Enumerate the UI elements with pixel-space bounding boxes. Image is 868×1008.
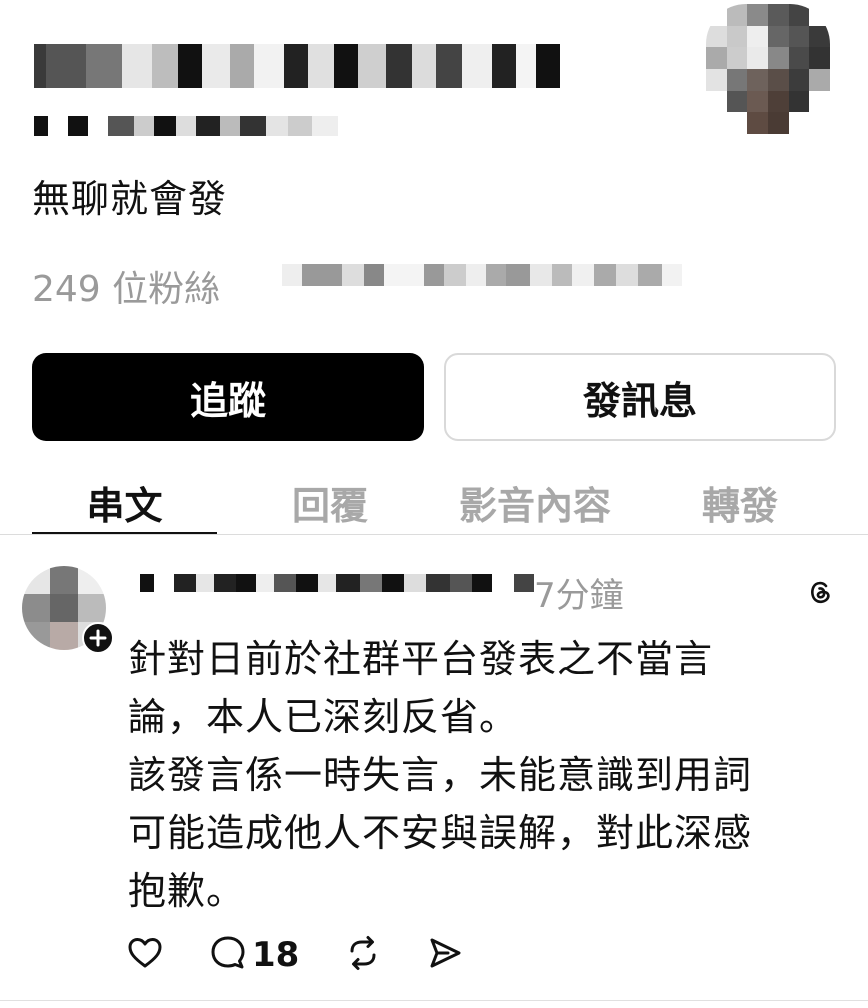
share-button[interactable]: [426, 930, 464, 980]
post-text-line-2: 論，本人已深刻反省。: [128, 695, 519, 739]
profile-avatar: [706, 4, 830, 134]
comment-icon: [208, 933, 248, 977]
like-button[interactable]: [126, 930, 164, 980]
post-divider: [0, 1000, 868, 1001]
reply-count: 18: [252, 935, 300, 975]
tabs-divider: [0, 534, 868, 535]
post-text-line-3: 該發言係一時失言，未能意識到用詞: [128, 753, 753, 797]
post-author-name-blurred: [128, 574, 534, 592]
post-text-line-1: 針對日前於社群平台發表之不當言: [128, 637, 714, 681]
heart-icon: [126, 934, 164, 976]
repost-button[interactable]: [344, 930, 382, 980]
follow-button[interactable]: 追蹤: [32, 353, 424, 441]
follower-count[interactable]: 249 位粉絲: [32, 260, 220, 312]
message-button[interactable]: 發訊息: [444, 353, 836, 441]
post-text-line-4: 可能造成他人不安與誤解，對此深感: [128, 811, 753, 855]
profile-bio: 無聊就會發: [32, 177, 228, 221]
tab-threads[interactable]: 串文: [32, 472, 217, 532]
profile-links-blurred: [282, 264, 682, 286]
threads-logo-icon[interactable]: [804, 576, 836, 608]
repost-icon: [344, 934, 382, 976]
follow-plus-icon[interactable]: [82, 622, 114, 654]
tab-reposts[interactable]: 轉發: [650, 472, 830, 532]
profile-username-blurred: [34, 116, 338, 136]
post-timestamp: 7分鐘: [534, 576, 624, 616]
post-text-line-5: 抱歉。: [128, 869, 246, 913]
reply-button[interactable]: 18: [208, 930, 299, 980]
tab-media[interactable]: 影音內容: [430, 472, 640, 532]
profile-name-blurred: [34, 44, 560, 88]
send-icon: [426, 934, 464, 976]
tab-replies[interactable]: 回覆: [240, 472, 420, 532]
